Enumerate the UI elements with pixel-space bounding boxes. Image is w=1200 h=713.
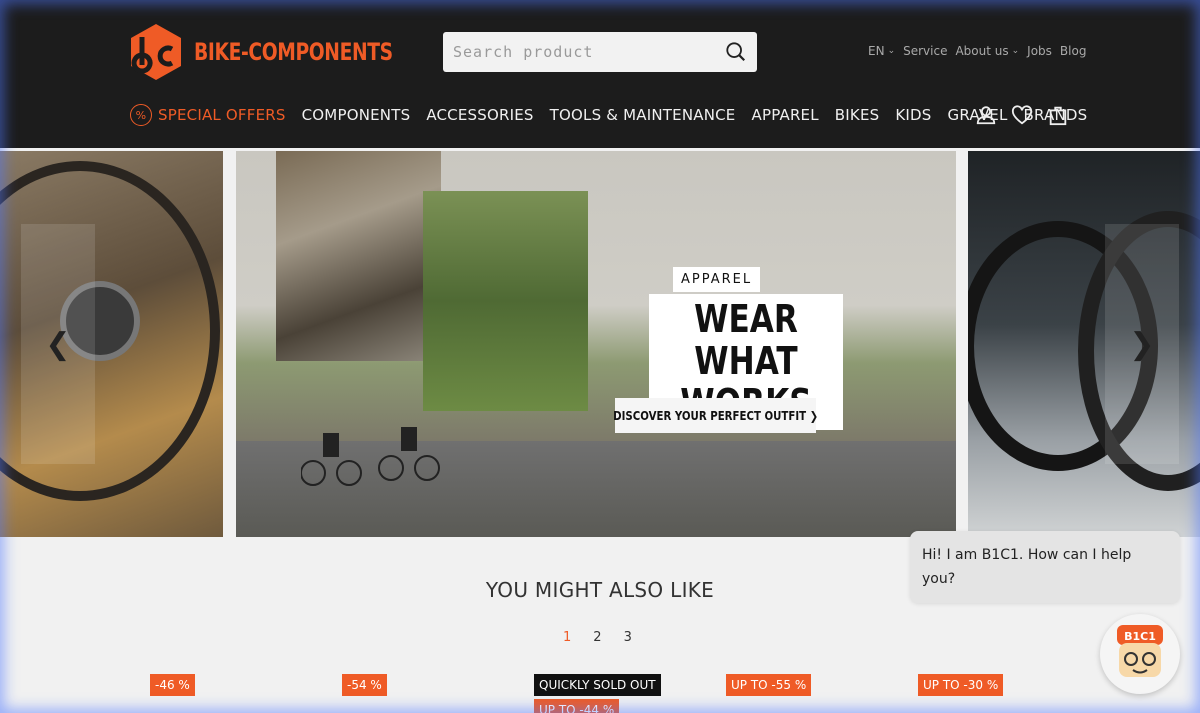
search-icon[interactable] (725, 41, 747, 63)
chevron-down-icon: ⌄ (1011, 46, 1020, 56)
page-2-button[interactable]: 2 (593, 630, 601, 645)
hero-cta-button[interactable]: DISCOVER YOUR PERFECT OUTFIT ❯ (612, 398, 819, 433)
site-header: BIKE-COMPONENTS EN⌄ Service About us⌄ Jo… (0, 0, 1200, 148)
hero-category-tag: APPAREL (673, 267, 761, 292)
main-nav: % SPECIAL OFFERS COMPONENTS ACCESSORIES … (130, 104, 1103, 126)
road-riders-image (301, 427, 440, 486)
nav-components[interactable]: COMPONENTS (302, 106, 411, 124)
rider-jumping-photo (423, 191, 588, 411)
top-links: EN ⌄ Service About us ⌄ Jobs Blog (868, 44, 1086, 58)
language-selector[interactable]: EN ⌄ (868, 44, 895, 58)
wishlist-icon[interactable] (1011, 104, 1033, 126)
nav-apparel[interactable]: APPAREL (751, 106, 818, 124)
hero-headline-line1: WEAR (694, 297, 798, 341)
discount-badge: -54 % (342, 674, 387, 696)
jobs-link[interactable]: Jobs (1027, 44, 1052, 58)
nav-accessories[interactable]: ACCESSORIES (426, 106, 533, 124)
carousel-prev-button[interactable]: ❮ (21, 224, 95, 464)
cart-icon[interactable] (1047, 104, 1069, 126)
blog-link[interactable]: Blog (1060, 44, 1087, 58)
language-label: EN (868, 44, 885, 58)
chevron-right-icon: ❯ (1129, 326, 1155, 362)
discount-badge: UP TO -30 % (918, 674, 1004, 696)
logo-hex-icon (131, 24, 181, 80)
search-input[interactable] (453, 41, 713, 63)
discount-badge: UP TO -44 % (534, 699, 620, 713)
chevron-left-icon: ❮ (45, 326, 71, 362)
discount-badge: UP TO -55 % (726, 674, 812, 696)
about-label: About us (955, 44, 1009, 58)
brand-name: BIKE-COMPONENTS (194, 38, 393, 66)
nav-bikes[interactable]: BIKES (835, 106, 880, 124)
page-1-button[interactable]: 1 (563, 630, 571, 645)
chat-bot-button[interactable]: B1C1 (1100, 614, 1180, 694)
carousel-next-button[interactable]: ❯ (1105, 224, 1179, 464)
slide-current[interactable]: APPAREL WEAR WHAT WORKS DISCOVER YOUR PE… (236, 151, 956, 537)
nav-kids[interactable]: KIDS (895, 106, 931, 124)
brand-logo[interactable]: BIKE-COMPONENTS (130, 23, 449, 81)
hero-carousel: APPAREL WEAR WHAT WORKS DISCOVER YOUR PE… (0, 151, 1200, 537)
rider-sitting-photo (276, 151, 441, 361)
service-link[interactable]: Service (903, 44, 947, 58)
page-3-button[interactable]: 3 (624, 630, 632, 645)
pagination: 1 2 3 (563, 630, 632, 645)
avatar-label: B1C1 (1124, 630, 1156, 643)
nav-special-offers[interactable]: % SPECIAL OFFERS (130, 104, 286, 126)
hero-cta-label: DISCOVER YOUR PERFECT OUTFIT ❯ (612, 408, 819, 423)
percent-icon: % (130, 104, 152, 126)
chat-message-bubble[interactable]: Hi! I am B1C1. How can I help you? (910, 531, 1180, 603)
nav-tools-maintenance[interactable]: TOOLS & MAINTENANCE (550, 106, 736, 124)
nav-label: SPECIAL OFFERS (158, 106, 286, 124)
sold-out-badge: QUICKLY SOLD OUT (534, 674, 661, 696)
discount-badge: -46 % (150, 674, 195, 696)
chevron-down-icon: ⌄ (887, 46, 896, 56)
about-menu[interactable]: About us ⌄ (955, 44, 1019, 58)
account-icons (975, 104, 1069, 126)
search-box (443, 32, 757, 72)
user-icon[interactable] (975, 104, 997, 126)
chatbot-avatar-icon: B1C1 (1117, 625, 1163, 677)
